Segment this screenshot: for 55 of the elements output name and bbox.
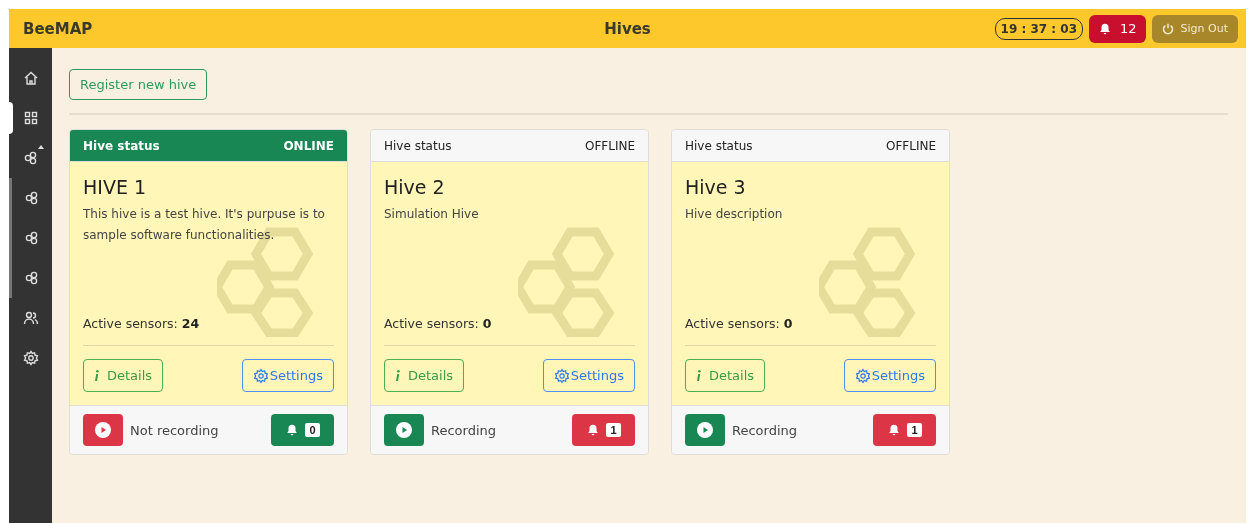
alerts-button[interactable]: 1 (572, 414, 635, 446)
settings-icon (252, 367, 269, 384)
settings-icon (22, 350, 39, 366)
play-icon (697, 422, 713, 438)
info-icon (696, 370, 701, 381)
settings-button[interactable]: Settings (241, 359, 334, 392)
status-label: Hive status (685, 138, 753, 153)
hive-description: Simulation Hive (384, 206, 480, 223)
details-button[interactable]: Details (685, 359, 766, 392)
record-button[interactable] (685, 414, 725, 446)
hive-icon (22, 150, 39, 166)
active-sensors: Active sensors: 24 (83, 316, 200, 331)
status-label: Hive status (83, 138, 160, 153)
active-sensors: Active sensors: 0 (384, 316, 492, 331)
settings-icon (553, 367, 570, 384)
settings-icon (854, 367, 871, 384)
status-value: ONLINE (283, 138, 334, 153)
info-icon (94, 370, 99, 381)
status-value: OFFLINE (584, 138, 635, 153)
status-label: Hive status (384, 138, 452, 153)
sign-out-button[interactable]: Sign Out (1151, 14, 1238, 43)
record-button[interactable] (83, 414, 123, 446)
hive-icon (24, 270, 40, 286)
recording-status: Recording (431, 422, 497, 438)
hive-name: HIVE 1 (83, 176, 148, 198)
settings-button[interactable]: Settings (542, 359, 635, 392)
details-button[interactable]: Details (83, 359, 164, 392)
hive-name: Hive 2 (384, 176, 446, 198)
clock: 19 : 37 : 03 (994, 17, 1083, 40)
alerts-button[interactable]: 12 (1089, 14, 1146, 43)
alerts-button[interactable]: 1 (873, 414, 936, 446)
page-title: Hives (604, 19, 651, 38)
alerts-button[interactable]: 0 (271, 414, 334, 446)
recording-status: Not recording (130, 422, 219, 438)
status-value: OFFLINE (885, 138, 936, 153)
bell-icon (1098, 21, 1112, 36)
recording-status: Recording (732, 422, 798, 438)
home-icon (22, 70, 39, 86)
hive-icon (24, 230, 40, 246)
hive-icon (24, 190, 40, 206)
hive-description: This hive is a test hive. It's purpuse is to sample software functionalities. (83, 206, 326, 244)
power-icon (1161, 22, 1174, 35)
settings-button[interactable]: Settings (843, 359, 936, 392)
record-button[interactable] (384, 414, 424, 446)
info-icon (395, 370, 400, 381)
hive-description: Hive description (685, 206, 784, 223)
users-icon (22, 310, 39, 326)
details-button[interactable]: Details (384, 359, 465, 392)
active-sensors: Active sensors: 0 (685, 316, 793, 331)
grid-icon (22, 110, 39, 126)
hive-name: Hive 3 (685, 176, 747, 198)
register-hive-button[interactable]: Register new hive (69, 69, 208, 100)
brand-name: BeeMAP (23, 19, 93, 38)
play-icon (396, 422, 412, 438)
play-icon (95, 422, 111, 438)
